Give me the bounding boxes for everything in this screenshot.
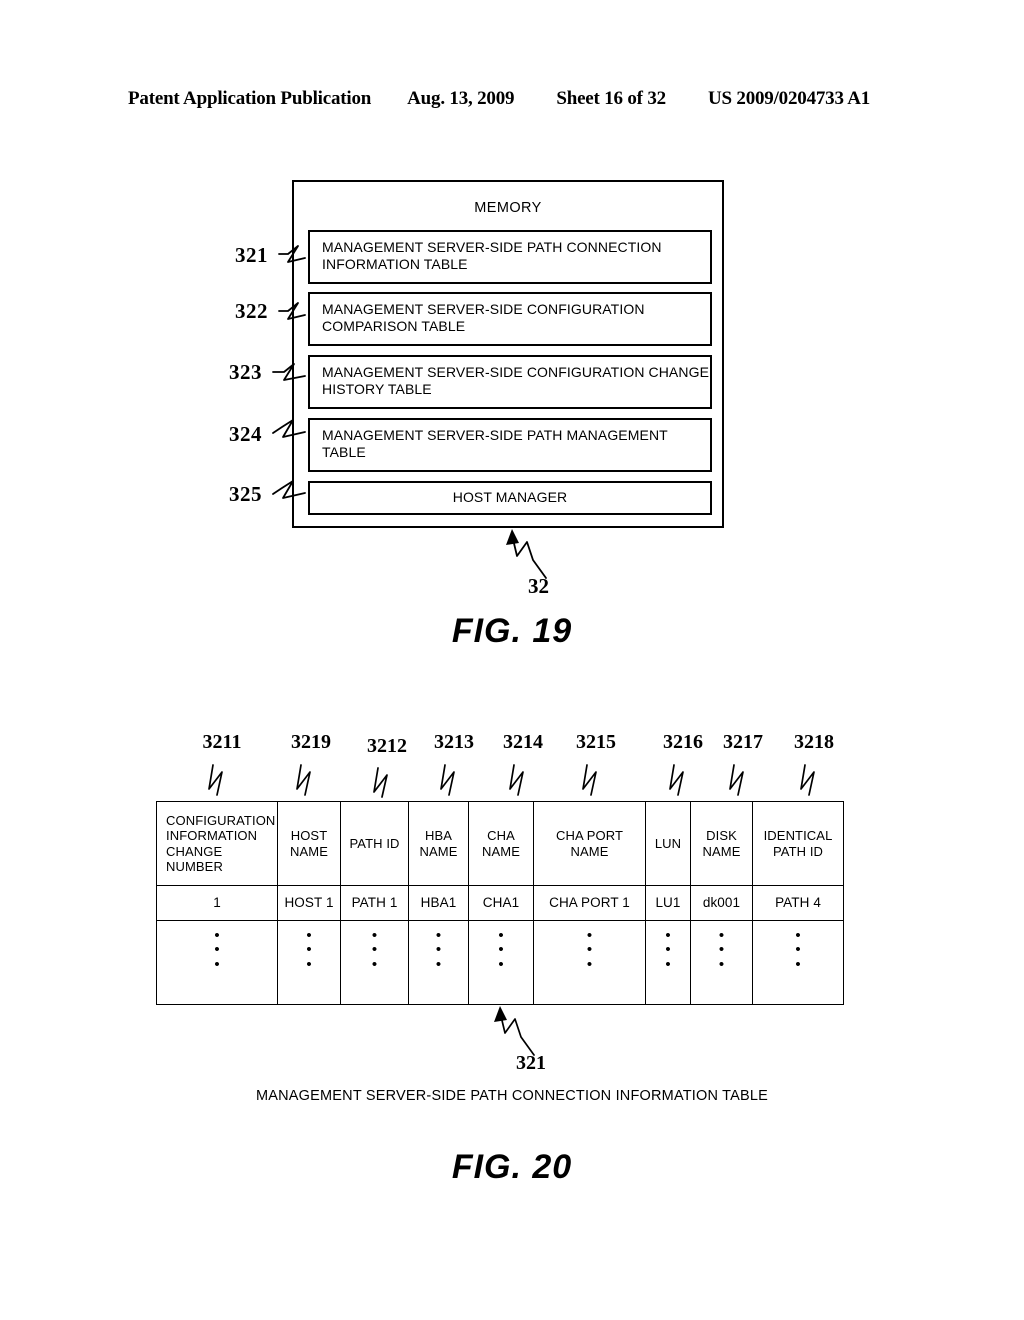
ellipsis-cell: • • • — [645, 920, 691, 1005]
cell-host-name: HOST 1 — [277, 885, 341, 921]
leader-line-3211 — [208, 764, 223, 796]
ellipsis-cell: • • • — [156, 920, 278, 1005]
leader-line-3214 — [509, 764, 524, 796]
leader-line-3215 — [582, 764, 597, 796]
ellipsis-cell: • • • — [752, 920, 844, 1005]
cell-cha-port-name: CHA PORT 1 — [533, 885, 646, 921]
cell-path-id: PATH 1 — [340, 885, 409, 921]
column-header-cha-name: CHA NAME — [468, 801, 534, 886]
column-header-path-id: PATH ID — [340, 801, 409, 886]
ellipsis-cell: • • • — [690, 920, 753, 1005]
cell-lun: LU1 — [645, 885, 691, 921]
figure-20: 3211 3219 3212 3213 3214 3215 3216 3217 … — [0, 0, 1024, 1320]
ellipsis-cell: • • • — [277, 920, 341, 1005]
leader-line-3212 — [373, 767, 388, 798]
leader-line-3219 — [296, 764, 311, 796]
table-ellipsis-row: • • • • • • • • • • • • • • • • • • • • • • • • • • • — [156, 920, 844, 1005]
table-row: 1 HOST 1 PATH 1 HBA1 CHA1 CHA PORT 1 LU1… — [156, 885, 844, 921]
figure-20-label: FIG. 20 — [451, 1148, 573, 1186]
arrowhead-321-icon — [494, 1006, 507, 1022]
vertical-ellipsis-icon: • • • — [795, 927, 801, 973]
reference-numeral-321-table: 321 — [516, 1052, 546, 1074]
cell-configuration-information-change-number: 1 — [156, 885, 278, 921]
ellipsis-cell: • • • — [533, 920, 646, 1005]
table-caption: MANAGEMENT SERVER-SIDE PATH CONNECTION I… — [255, 1088, 769, 1104]
vertical-ellipsis-icon: • • • — [498, 927, 504, 973]
vertical-ellipsis-icon: • • • — [665, 927, 671, 973]
leader-lines-figure-20 — [208, 764, 815, 1056]
vertical-ellipsis-icon: • • • — [371, 927, 378, 973]
ellipsis-cell: • • • — [340, 920, 409, 1005]
column-header-host-name: HOST NAME — [277, 801, 341, 886]
leader-line-3216 — [669, 764, 684, 796]
vertical-ellipsis-icon: • • • — [586, 927, 593, 973]
path-connection-information-table: CONFIGURATION INFORMATION CHANGE NUMBER … — [156, 801, 844, 1005]
column-header-disk-name: DISK NAME — [690, 801, 753, 886]
leader-line-3218 — [800, 764, 815, 796]
cell-identical-path-id: PATH 4 — [752, 885, 844, 921]
ellipsis-cell: • • • — [468, 920, 534, 1005]
cell-disk-name: dk001 — [690, 885, 753, 921]
table-header-row: CONFIGURATION INFORMATION CHANGE NUMBER … — [156, 801, 844, 886]
column-header-lun: LUN — [645, 801, 691, 886]
column-header-cha-port-name: CHA PORT NAME — [533, 801, 646, 886]
vertical-ellipsis-icon: • • • — [718, 927, 725, 973]
vertical-ellipsis-icon: • • • — [435, 927, 442, 973]
column-header-hba-name: HBA NAME — [408, 801, 469, 886]
vertical-ellipsis-icon: • • • — [306, 927, 312, 973]
column-header-identical-path-id: IDENTICAL PATH ID — [752, 801, 844, 886]
column-header-configuration-information-change-number: CONFIGURATION INFORMATION CHANGE NUMBER — [156, 801, 278, 886]
ellipsis-cell: • • • — [408, 920, 469, 1005]
leader-line-3217 — [729, 764, 744, 796]
cell-hba-name: HBA1 — [408, 885, 469, 921]
leader-line-3213 — [440, 764, 455, 796]
vertical-ellipsis-icon: • • • — [214, 927, 220, 973]
cell-cha-name: CHA1 — [468, 885, 534, 921]
